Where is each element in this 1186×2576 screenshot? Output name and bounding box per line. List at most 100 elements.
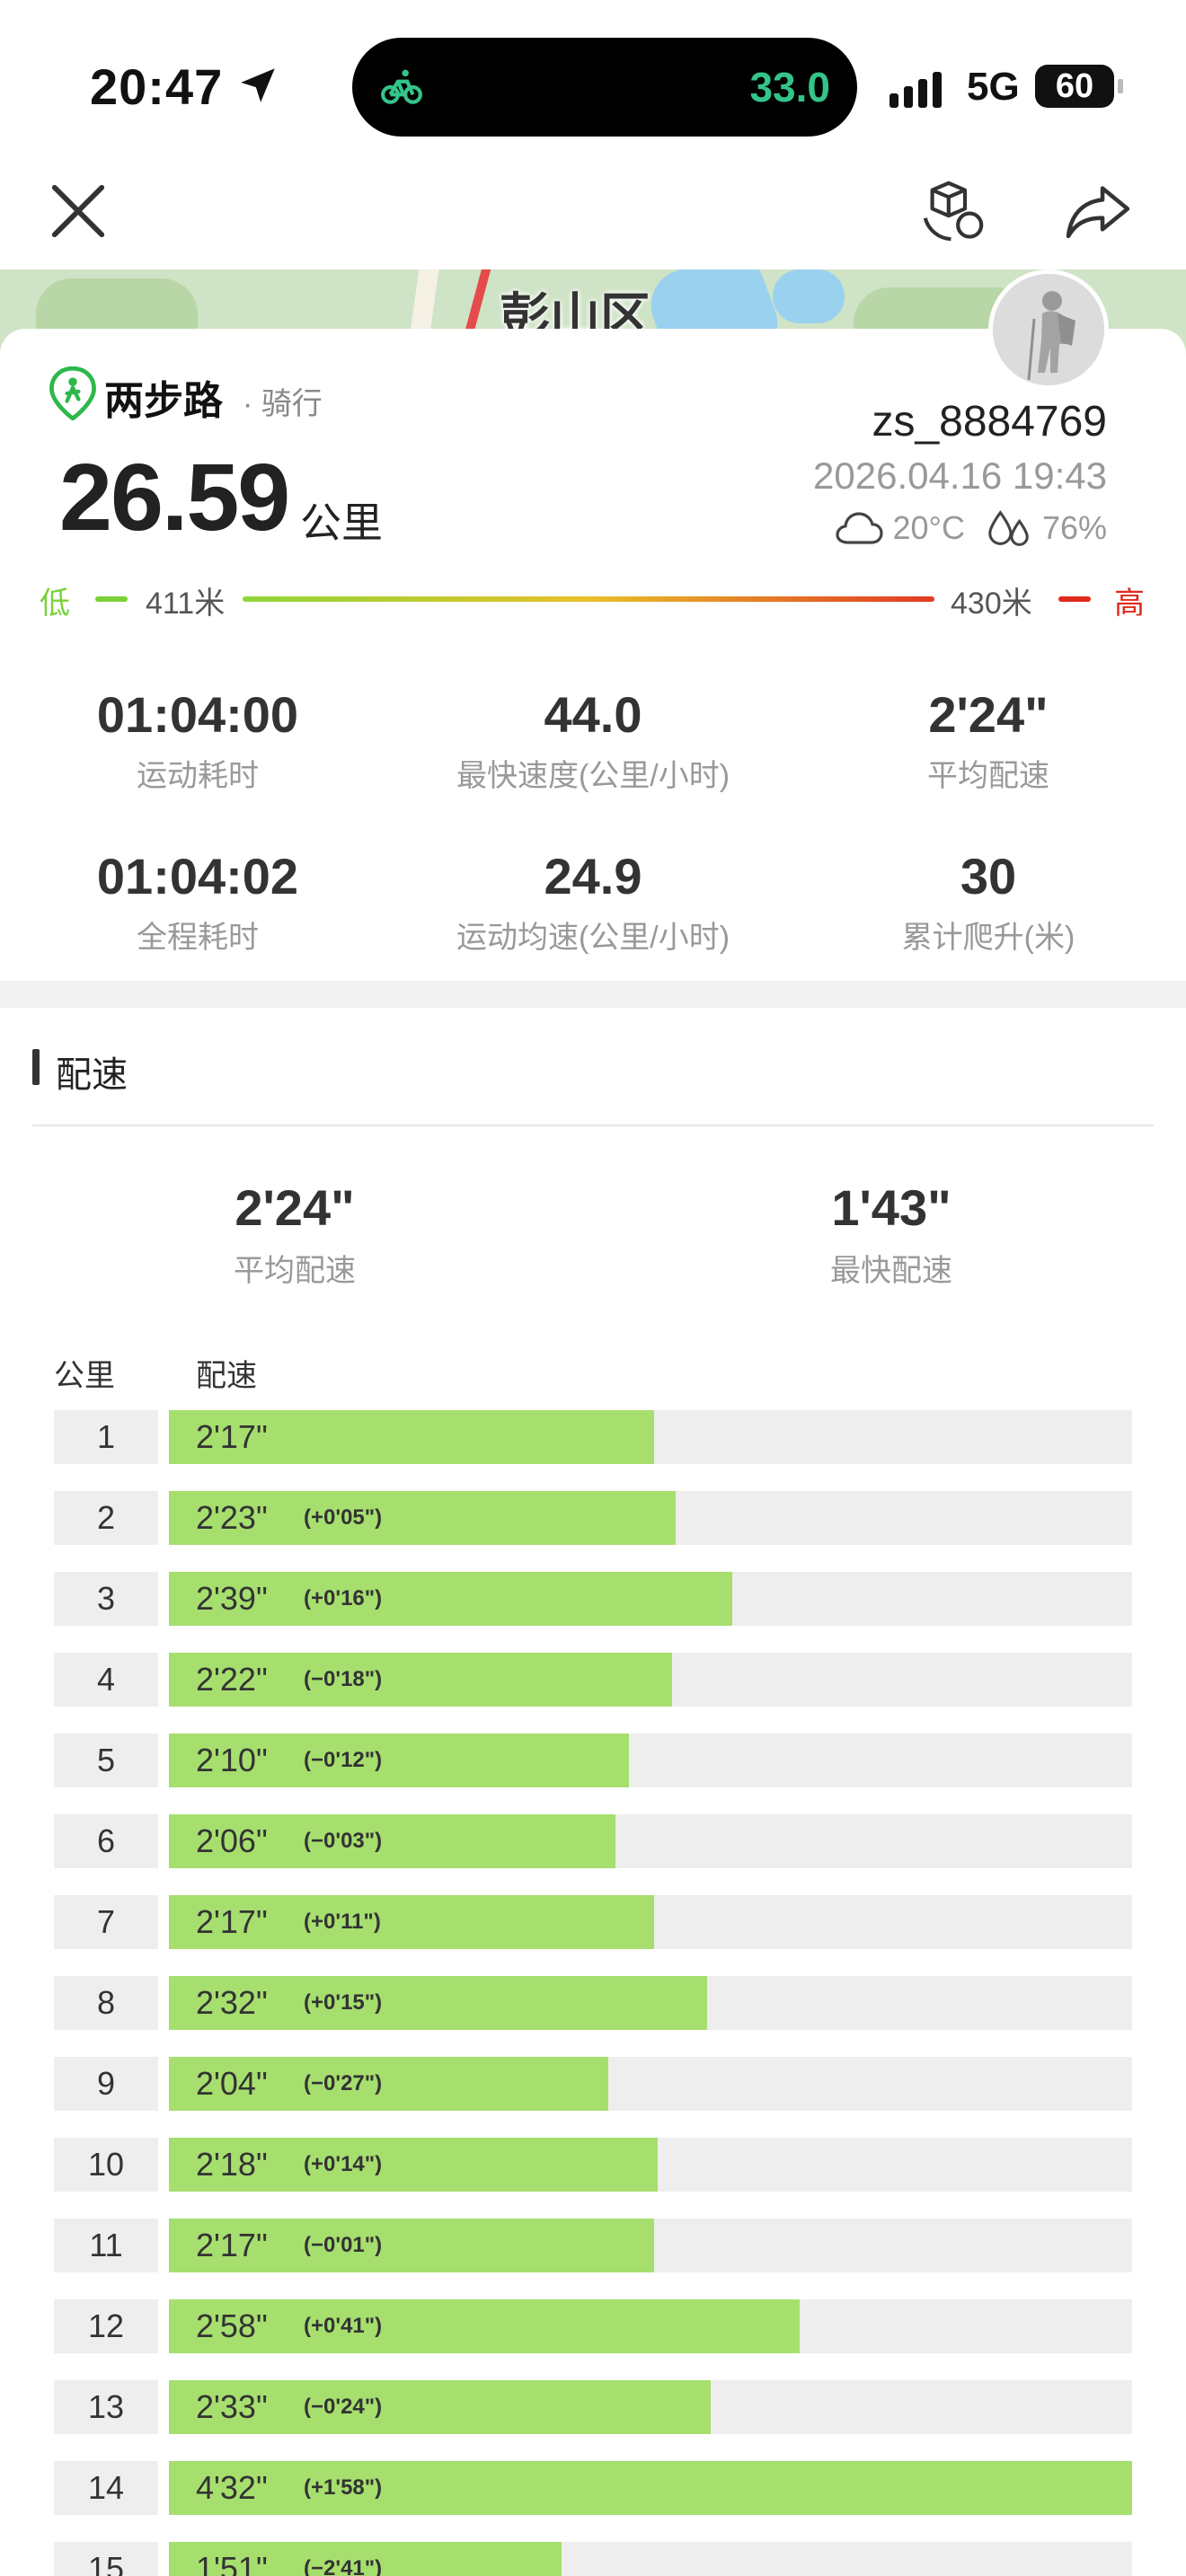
split-bar-track: 2'23" (+0'05") [169, 1491, 1132, 1545]
split-bar-track: 2'32" (+0'15") [169, 1976, 1132, 2030]
island-speed: 33.0 [749, 64, 830, 110]
split-pace: 2'33" [196, 2388, 268, 2425]
split-km: 2 [54, 1491, 158, 1545]
split-bar-track: 2'58" (+0'41") [169, 2299, 1132, 2353]
split-pace-diff: (+0'15") [304, 1990, 383, 2015]
section-title: 配速 [56, 1055, 128, 1095]
split-pace-diff: (−0'27") [304, 2071, 383, 2095]
share-icon[interactable] [1064, 180, 1132, 243]
split-km: 10 [54, 2138, 158, 2192]
pace-split-row: 4 2'22" (−0'18") [54, 1653, 1132, 1707]
split-pace-diff: (−0'03") [304, 1829, 383, 1853]
stat-label: 累计爬升(米) [901, 921, 1075, 955]
stat-avg-pace: 2'24" 平均配速 [791, 686, 1186, 795]
split-km: 9 [54, 2057, 158, 2111]
stat-moving-time: 01:04:00 运动耗时 [0, 686, 395, 795]
pace-split-row: 12 2'58" (+0'41") [54, 2299, 1132, 2353]
stat-value: 2'24" [928, 686, 1049, 743]
split-km: 12 [54, 2299, 158, 2353]
clock: 20:47 [90, 58, 224, 115]
location-arrow-icon [241, 68, 275, 102]
stat-value: 44.0 [544, 686, 642, 743]
total-distance: 26.59 [59, 445, 290, 551]
pace-split-row: 11 2'17" (−0'01") [54, 2219, 1132, 2272]
pace-split-row: 3 2'39" (+0'16") [54, 1572, 1132, 1626]
split-pace: 2'22" [196, 1661, 268, 1698]
split-pace: 2'58" [196, 2307, 268, 2344]
stat-label: 运动耗时 [137, 759, 259, 793]
pace-split-row: 10 2'18" (+0'14") [54, 2138, 1132, 2192]
stat-label: 全程耗时 [137, 921, 259, 955]
pace-split-row: 6 2'06" (−0'03") [54, 1814, 1132, 1868]
split-pace: 2'06" [196, 1822, 268, 1859]
3d-replay-icon[interactable] [918, 176, 988, 246]
split-km: 13 [54, 2380, 158, 2434]
split-bar-track: 2'17" (−0'01") [169, 2219, 1132, 2272]
split-km: 11 [54, 2219, 158, 2272]
stat-label: 最快速度(公里/小时) [456, 759, 730, 793]
split-pace: 2'17" [196, 1418, 268, 1455]
split-pace-diff: (+0'11") [304, 1910, 381, 1934]
pace-split-row: 14 4'32" (+1'58") [54, 2461, 1132, 2515]
avatar[interactable] [988, 269, 1109, 390]
stat-total-time: 01:04:02 全程耗时 [0, 848, 395, 957]
split-bar-track: 2'33" (−0'24") [169, 2380, 1132, 2434]
split-km: 8 [54, 1976, 158, 2030]
battery-icon: 60 [1035, 65, 1123, 108]
split-pace-diff: (−2'41") [304, 2556, 383, 2576]
high-label: 高 [1114, 587, 1145, 621]
battery-level: 60 [1055, 67, 1094, 105]
stat-value: 01:04:02 [96, 848, 299, 904]
pace-split-row: 15 1'51" (−2'41") [54, 2542, 1132, 2576]
split-bar-track: 2'17" (+0'11") [169, 1895, 1132, 1949]
split-pace: 2'23" [196, 1499, 268, 1536]
pace-split-row: 2 2'23" (+0'05") [54, 1491, 1132, 1545]
elevation-legend: 低 411米 430米 高 [40, 575, 1150, 623]
activity-datetime: 2026.04.16 19:43 [813, 454, 1107, 497]
signal-icon [890, 72, 942, 108]
stat-elevation-gain: 30 累计爬升(米) [791, 848, 1186, 957]
avg-pace-summary: 2'24" 平均配速 [97, 1178, 492, 1290]
elevation-gradient [243, 596, 934, 602]
temperature: 20°C [892, 509, 965, 546]
split-pace-diff: (−0'24") [304, 2395, 383, 2419]
split-pace: 2'10" [196, 1742, 268, 1778]
split-bar-track: 1'51" (−2'41") [169, 2542, 1132, 2576]
split-bar-track: 2'06" (−0'03") [169, 1814, 1132, 1868]
brand-name: 两步路 [104, 379, 223, 423]
split-pace: 2'17" [196, 2227, 268, 2263]
weather-info: 20°C 76% [834, 507, 1107, 550]
stat-max-speed: 44.0 最快速度(公里/小时) [395, 686, 791, 795]
cloud-icon [835, 512, 883, 544]
stat-value: 24.9 [544, 848, 642, 904]
split-pace-diff: (+0'14") [304, 2152, 383, 2176]
split-km: 15 [54, 2542, 158, 2576]
fastest-pace-summary: 1'43" 最快配速 [694, 1178, 1089, 1290]
max-elevation: 430米 [951, 587, 1032, 621]
split-pace-diff: (−0'12") [304, 1748, 383, 1772]
pace-split-row: 8 2'32" (+0'15") [54, 1976, 1132, 2030]
split-bar-track: 2'22" (−0'18") [169, 1653, 1132, 1707]
split-pace-diff: (+0'05") [304, 1505, 383, 1530]
pace-split-row: 13 2'33" (−0'24") [54, 2380, 1132, 2434]
status-bar: 20:47 33.0 5G 60 [0, 0, 1186, 162]
split-bar-track: 2'10" (−0'12") [169, 1734, 1132, 1787]
pace-split-row: 7 2'17" (+0'11") [54, 1895, 1132, 1949]
split-km: 6 [54, 1814, 158, 1868]
network-type: 5G [967, 65, 1020, 109]
pace-split-row: 9 2'04" (−0'27") [54, 2057, 1132, 2111]
avg-pace-value: 2'24" [235, 1179, 355, 1236]
column-header-pace: 配速 [196, 1359, 257, 1393]
section-marker [32, 1049, 40, 1085]
split-km: 7 [54, 1895, 158, 1949]
stat-value: 01:04:00 [96, 686, 299, 743]
dynamic-island[interactable]: 33.0 [352, 38, 857, 137]
username[interactable]: zs_8884769 [872, 397, 1107, 446]
pace-split-row: 5 2'10" (−0'12") [54, 1734, 1132, 1787]
humidity: 76% [1041, 509, 1107, 546]
split-km: 5 [54, 1734, 158, 1787]
close-icon[interactable] [47, 180, 110, 243]
split-pace-diff: (+0'16") [304, 1586, 383, 1610]
split-km: 4 [54, 1653, 158, 1707]
split-pace: 4'32" [196, 2469, 268, 2506]
